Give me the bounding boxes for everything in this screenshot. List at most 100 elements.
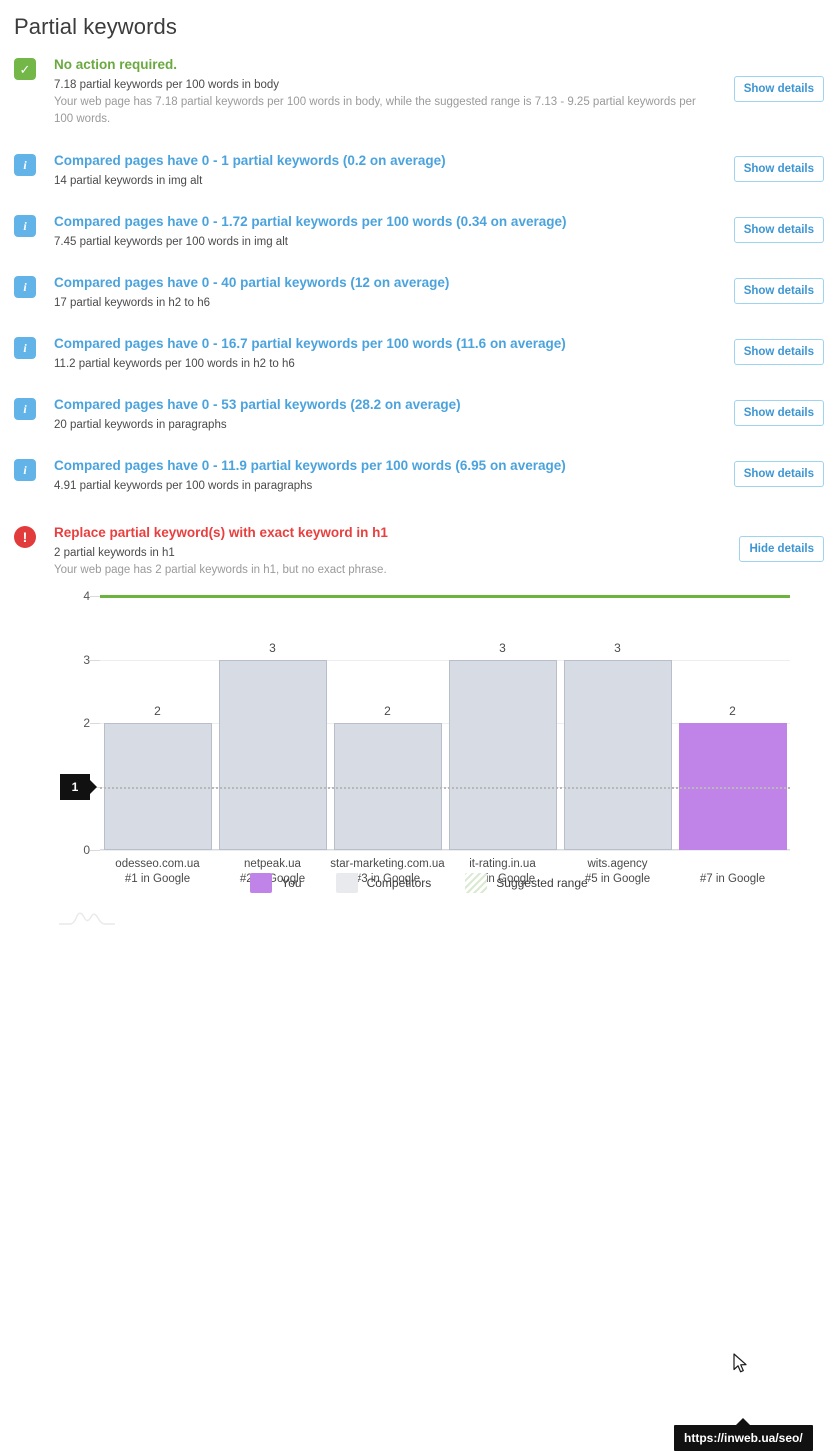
check-status-icon-cell: i <box>14 274 54 298</box>
check-status-icon-cell: i <box>14 335 54 359</box>
sparkline-glyph-icon <box>59 912 115 925</box>
bar-competitor[interactable] <box>218 659 327 850</box>
check-title[interactable]: Compared pages have 0 - 1 partial keywor… <box>54 152 718 169</box>
y-tick-mark <box>90 659 100 661</box>
check-body: Compared pages have 0 - 53 partial keywo… <box>54 396 728 433</box>
check-action-cell: Hide details <box>728 524 824 562</box>
x-label-domain: odesseo.com.ua <box>115 858 200 870</box>
check-status-icon-cell: i <box>14 457 54 481</box>
check-subtitle: 17 partial keywords in h2 to h6 <box>54 297 210 309</box>
bar-slot: 2 <box>100 596 215 850</box>
check-status-icon-cell: i <box>14 152 54 176</box>
check-row: i Compared pages have 0 - 53 partial keyw… <box>0 396 838 433</box>
check-row: ✓ No action required. 7.18 partial keyword… <box>0 56 838 128</box>
check-row: i Compared pages have 0 - 40 partial keyw… <box>0 274 838 311</box>
check-body: Compared pages have 0 - 11.9 partial key… <box>54 457 728 494</box>
bar-value-label: 2 <box>154 704 161 718</box>
show-details-button[interactable]: Show details <box>733 156 824 182</box>
comparison-chart: 01234 2323321 odesseo.com.ua#1 in Google… <box>0 585 838 1451</box>
check-row: i Compared pages have 0 - 1 partial keywo… <box>0 152 838 189</box>
hide-details-button[interactable]: Hide details <box>739 536 824 562</box>
bar-tooltip: https://inweb.ua/seo/ <box>674 1425 813 1451</box>
check-status-icon-cell: i <box>14 396 54 420</box>
check-status-icon-cell: ! <box>14 524 54 548</box>
check-subtitle: 14 partial keywords in img alt <box>54 175 203 187</box>
check-body: Compared pages have 0 - 1.72 partial key… <box>54 213 728 250</box>
legend-swatch-range <box>465 873 488 893</box>
show-details-button[interactable]: Show details <box>733 217 824 243</box>
x-label-domain: star-marketing.com.ua <box>330 858 445 870</box>
y-tick-label: 3 <box>83 652 90 667</box>
target-value-badge: 1 <box>60 773 90 800</box>
check-body: Compared pages have 0 - 16.7 partial key… <box>54 335 728 372</box>
check-row: ! Replace partial keyword(s) with exact k… <box>0 524 838 579</box>
check-body: No action required. 7.18 partial keywords… <box>54 56 728 128</box>
y-axis: 0 1 2 3 4 <box>60 589 90 857</box>
y-tick-label: 0 <box>83 843 90 857</box>
y-tick-mark <box>90 850 100 851</box>
check-title[interactable]: Compared pages have 0 - 1.72 partial key… <box>54 213 718 230</box>
info-icon: i <box>14 276 36 298</box>
check-action-cell: Show details <box>728 56 824 102</box>
legend-swatch-competitors <box>335 873 358 893</box>
check-status-icon-cell: ✓ <box>14 56 54 80</box>
check-subtitle: 7.45 partial keywords per 100 words in i… <box>54 236 288 248</box>
check-status-icon-cell: i <box>14 213 54 237</box>
legend-label: Competitors <box>366 876 432 890</box>
check-action-cell: Show details <box>728 152 824 182</box>
legend-item[interactable]: Competitors <box>335 873 432 893</box>
check-title: No action required. <box>54 57 178 72</box>
bar-slot: 3 <box>560 596 675 850</box>
check-title[interactable]: Compared pages have 0 - 40 partial keywo… <box>54 274 718 291</box>
target-value-line <box>100 786 790 789</box>
check-action-cell: Show details <box>728 396 824 426</box>
check-title[interactable]: Compared pages have 0 - 53 partial keywo… <box>54 396 718 413</box>
check-action-cell: Show details <box>728 457 824 487</box>
bar-value-label: 3 <box>499 640 506 655</box>
check-title[interactable]: Compared pages have 0 - 16.7 partial key… <box>54 335 718 352</box>
check-row: i Compared pages have 0 - 16.7 partial ke… <box>0 335 838 372</box>
legend-item[interactable]: Suggested range <box>465 873 588 893</box>
check-subtitle: 11.2 partial keywords per 100 words in h… <box>54 358 295 370</box>
show-details-button[interactable]: Show details <box>733 339 824 365</box>
check-action-cell: Show details <box>728 213 824 243</box>
show-details-button[interactable]: Show details <box>733 400 824 426</box>
bar-value-label: 2 <box>729 704 736 718</box>
mouse-cursor-icon <box>733 1353 747 1373</box>
x-label-domain: it-rating.in.ua <box>469 858 536 870</box>
y-gridline <box>100 850 790 851</box>
show-details-button[interactable]: Show details <box>733 461 824 487</box>
check-row: i Compared pages have 0 - 11.9 partial ke… <box>0 457 838 494</box>
bar-competitor[interactable] <box>448 659 557 850</box>
check-row: i Compared pages have 0 - 1.72 partial ke… <box>0 213 838 250</box>
check-body: Compared pages have 0 - 1 partial keywor… <box>54 152 728 189</box>
legend-item[interactable]: You <box>250 873 302 893</box>
chart-plot-area: 01234 2323321 odesseo.com.ua#1 in Google… <box>0 585 838 885</box>
bar-slot: 2 <box>675 596 790 850</box>
show-details-button[interactable]: Show details <box>733 278 824 304</box>
check-subtitle: 20 partial keywords in paragraphs <box>54 419 227 431</box>
check-subtitle: 7.18 partial keywords per 100 words in b… <box>54 79 280 91</box>
bar-competitor[interactable] <box>563 659 672 850</box>
check-description: Your web page has 2 partial keywords in … <box>54 564 387 576</box>
checks-list: ✓ No action required. 7.18 partial keyword… <box>0 56 838 579</box>
check-title[interactable]: Compared pages have 0 - 11.9 partial key… <box>54 457 718 474</box>
page-title: Partial keywords <box>14 14 177 39</box>
check-description: Your web page has 7.18 partial keywords … <box>54 96 696 125</box>
check-icon: ✓ <box>14 58 36 80</box>
bar-value-label: 2 <box>384 704 391 718</box>
check-action-cell: Show details <box>728 274 824 304</box>
y-tick-label: 4 <box>83 589 90 603</box>
error-icon: ! <box>14 526 36 548</box>
check-body: Replace partial keyword(s) with exact ke… <box>54 524 728 579</box>
check-body: Compared pages have 0 - 40 partial keywo… <box>54 274 728 311</box>
info-icon: i <box>14 215 36 237</box>
bar-slot: 3 <box>445 596 560 850</box>
x-label-domain: wits.agency <box>587 858 648 870</box>
show-details-button[interactable]: Show details <box>733 76 824 102</box>
info-icon: i <box>14 398 36 420</box>
x-label-domain: netpeak.ua <box>244 858 301 870</box>
legend-label: Suggested range <box>496 876 588 890</box>
check-subtitle: 2 partial keywords in h1 <box>54 547 175 559</box>
y-tick-mark <box>90 723 100 724</box>
